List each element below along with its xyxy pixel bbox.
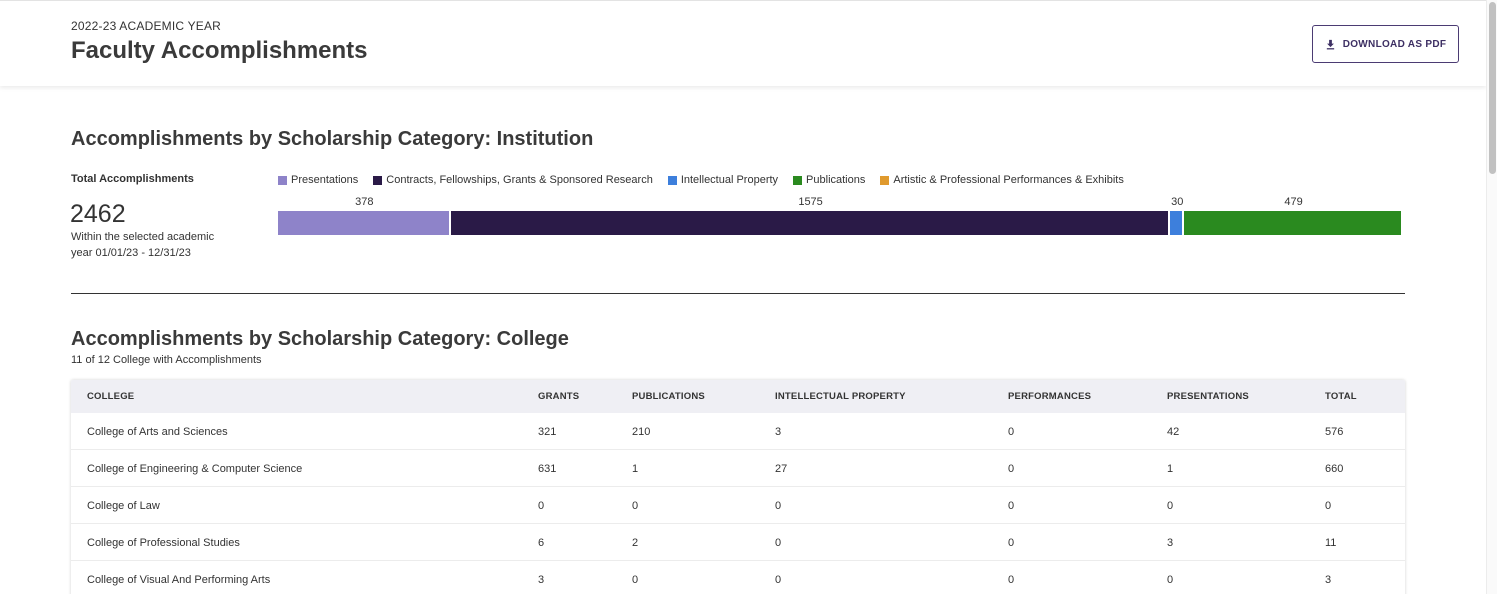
college-name-cell: College of Law: [87, 500, 160, 512]
table-cell: 0: [632, 574, 639, 586]
page-scrollbar[interactable]: [1486, 0, 1497, 594]
page-title: Faculty Accomplishments: [71, 37, 368, 64]
page: 2022-23 ACADEMIC YEAR Faculty Accomplish…: [0, 0, 1497, 594]
college-table: COLLEGE GRANTS PUBLICATIONS INTELLECTUAL PR…: [71, 380, 1405, 594]
table-cell: 0: [1008, 500, 1015, 512]
bar-value-label: 378: [355, 196, 374, 208]
section-divider: [71, 293, 1405, 294]
institution-section-title: Accomplishments by Scholarship Category:…: [71, 128, 594, 150]
legend-label: Artistic & Professional Performances & E…: [893, 174, 1124, 186]
table-cell: 0: [1008, 574, 1015, 586]
table-cell: 11: [1325, 537, 1337, 549]
legend-item[interactable]: Intellectual Property: [667, 174, 779, 186]
table-cell: 0: [775, 574, 782, 586]
table-row[interactable]: College of Law 0 0 0 0 0 0: [71, 487, 1405, 524]
college-name-cell: College of Engineering & Computer Scienc…: [87, 463, 303, 475]
bar-value-label: 479: [1284, 196, 1303, 208]
college-name-cell: College of Professional Studies: [87, 537, 240, 549]
bar-segment[interactable]: [1170, 211, 1183, 235]
legend-item[interactable]: Publications: [793, 174, 865, 186]
bar-segment[interactable]: [450, 211, 1169, 235]
bar-value-label: 1575: [798, 196, 823, 208]
legend-swatch: [880, 175, 890, 185]
table-cell: 576: [1325, 426, 1344, 438]
stacked-bar-chart: 378 1575 30 479: [278, 196, 1403, 236]
chart-legend: Presentations Contracts, Fellowships, Gra…: [278, 174, 1139, 186]
bar-segment[interactable]: [1184, 211, 1401, 235]
total-accomplishments-note: Within the selected academic year 01/01/…: [71, 231, 215, 259]
table-cell: 27: [775, 463, 788, 475]
legend-label: Presentations: [291, 174, 359, 186]
college-count-subtitle: 11 of 12 College with Accomplishments: [71, 354, 262, 366]
table-row[interactable]: College of Visual And Performing Arts 3 0 0…: [71, 561, 1405, 594]
table-cell: 1: [632, 463, 639, 475]
college-name-cell: College of Visual And Performing Arts: [87, 574, 271, 586]
legend-label: Publications: [806, 174, 866, 186]
column-header[interactable]: PUBLICATIONS: [632, 391, 705, 402]
table-cell: 6: [538, 537, 545, 549]
legend-label: Contracts, Fellowships, Grants & Sponsor…: [386, 174, 653, 186]
table-header: COLLEGE GRANTS PUBLICATIONS INTELLECTUAL PR…: [71, 380, 1405, 413]
legend-item[interactable]: Artistic & Professional Performances & E…: [880, 174, 1124, 186]
legend-swatch: [793, 175, 803, 185]
table-cell: 0: [632, 500, 639, 512]
college-name-cell: College of Arts and Sciences: [87, 426, 228, 438]
scrollbar-thumb[interactable]: [1489, 2, 1496, 174]
column-header[interactable]: COLLEGE: [87, 391, 134, 402]
table-row[interactable]: College of Arts and Sciences 321 210 3 0 42 57…: [71, 413, 1405, 450]
total-accomplishments-value: 2462: [70, 200, 126, 228]
table-cell: 42: [1167, 426, 1180, 438]
page-header: 2022-23 ACADEMIC YEAR Faculty Accomplish…: [0, 0, 1486, 86]
download-icon: [1325, 39, 1336, 50]
table-cell: 0: [1008, 426, 1015, 438]
download-pdf-label: DOWNLOAD AS PDF: [1342, 38, 1447, 50]
table-cell: 3: [1325, 574, 1332, 586]
legend-item[interactable]: Contracts, Fellowships, Grants & Sponsor…: [373, 174, 653, 186]
table-cell: 0: [775, 500, 782, 512]
total-accomplishments-label: Total Accomplishments: [71, 173, 194, 185]
legend-swatch: [278, 175, 287, 185]
column-header[interactable]: TOTAL: [1325, 391, 1357, 402]
table-cell: 0: [1008, 537, 1015, 549]
download-pdf-button[interactable]: DOWNLOAD AS PDF: [1312, 25, 1459, 63]
table-row[interactable]: College of Professional Studies 6 2 0 0 3 11: [71, 524, 1405, 561]
table-cell: 3: [538, 574, 545, 586]
table-cell: 2: [632, 537, 639, 549]
table-cell: 0: [775, 537, 782, 549]
table-cell: 210: [632, 426, 651, 438]
legend-swatch: [667, 175, 677, 185]
academic-year-label: 2022-23 ACADEMIC YEAR: [71, 19, 222, 33]
table-cell: 0: [1167, 500, 1174, 512]
bar-value-label: 30: [1171, 196, 1184, 208]
bar-segment[interactable]: [278, 211, 449, 235]
table-cell: 321: [538, 426, 557, 438]
table-cell: 3: [1167, 537, 1174, 549]
column-header[interactable]: GRANTS: [538, 391, 579, 402]
table-cell: 1: [1167, 463, 1174, 475]
table-cell: 3: [775, 426, 782, 438]
legend-item[interactable]: Presentations: [278, 174, 358, 186]
legend-swatch: [373, 175, 383, 185]
table-row[interactable]: College of Engineering & Computer Scienc…: [71, 450, 1405, 487]
column-header[interactable]: PRESENTATIONS: [1167, 391, 1249, 402]
table-cell: 631: [538, 463, 557, 475]
table-cell: 0: [1325, 500, 1332, 512]
legend-label: Intellectual Property: [680, 174, 779, 186]
table-cell: 0: [538, 500, 545, 512]
column-header[interactable]: INTELLECTUAL PROPERTY: [775, 391, 906, 402]
table-cell: 660: [1325, 463, 1344, 475]
table-cell: 0: [1008, 463, 1015, 475]
table-cell: 0: [1167, 574, 1174, 586]
college-section-title: Accomplishments by Scholarship Category:…: [71, 328, 569, 350]
column-header[interactable]: PERFORMANCES: [1008, 391, 1091, 402]
